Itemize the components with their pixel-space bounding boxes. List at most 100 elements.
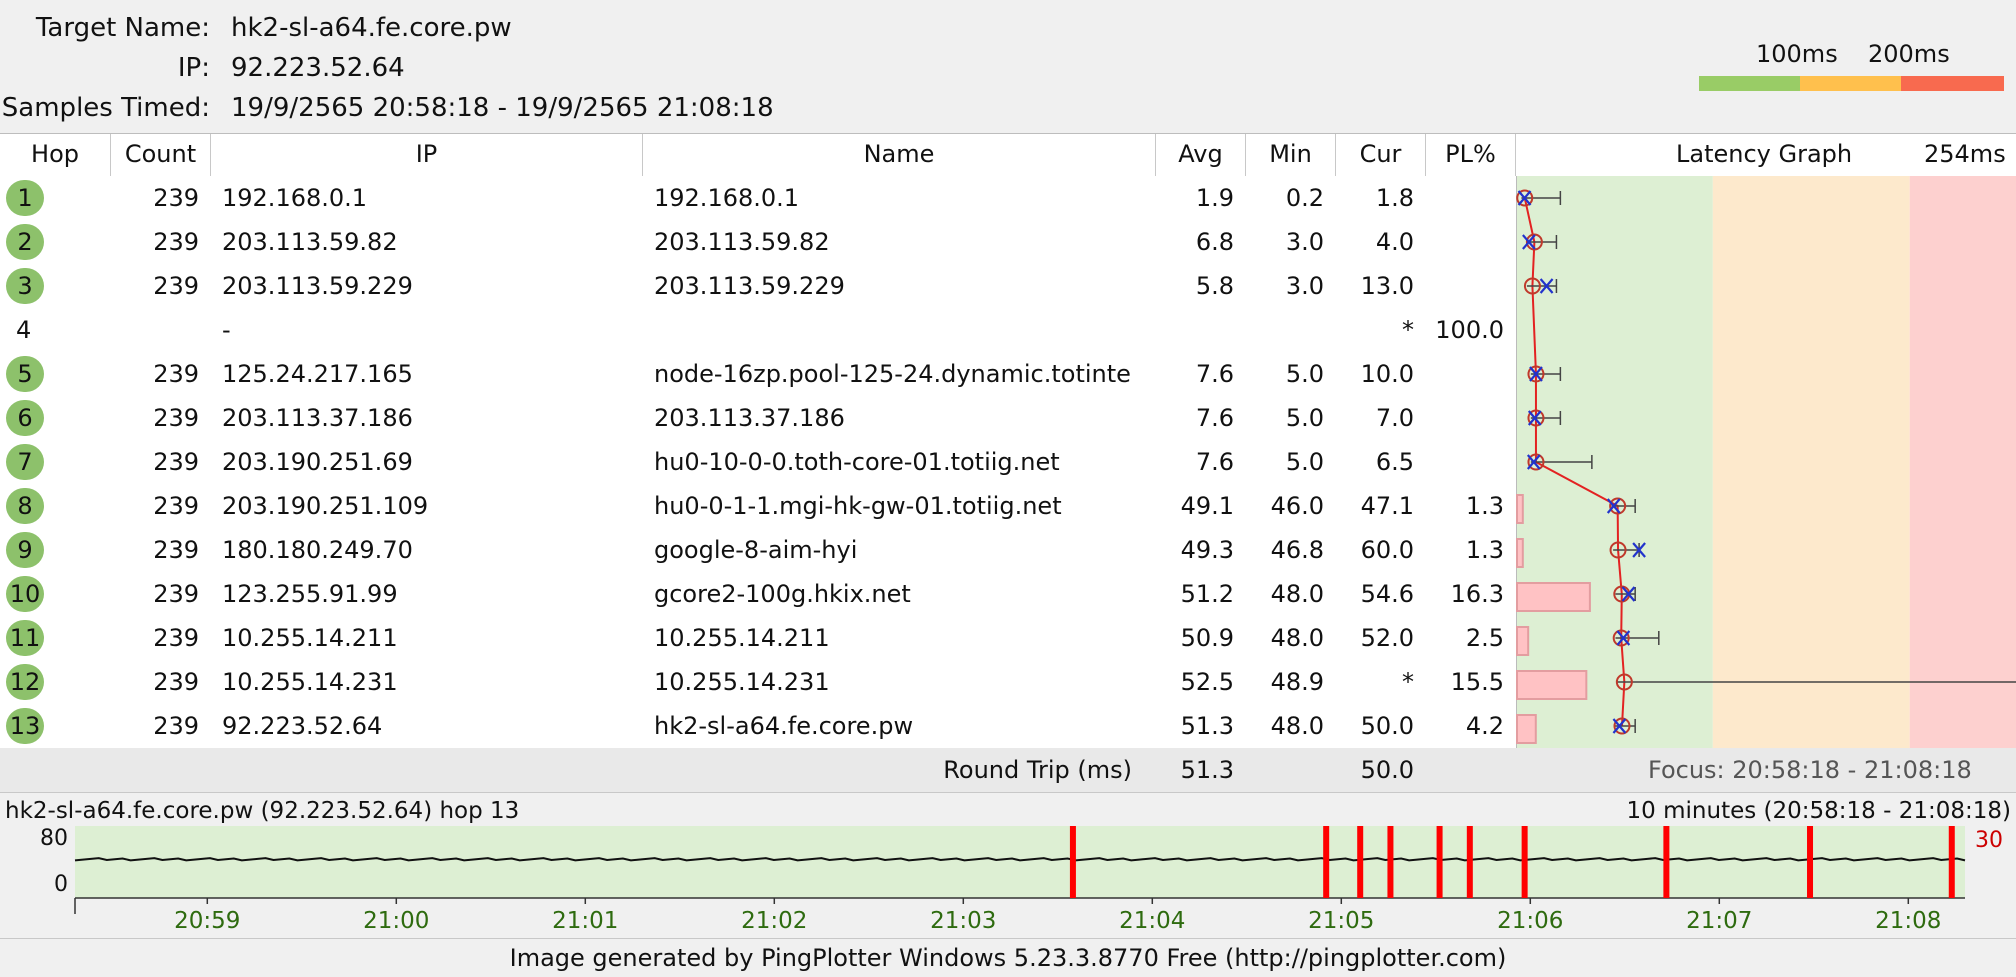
timeline-tick-label: 21:08 [1875, 908, 1941, 934]
table-header: Hop Count IP Name Avg Min Cur PL% Latenc… [0, 133, 2016, 177]
packet-loss-marker [1521, 826, 1528, 898]
round-trip-cur: 50.0 [1360, 756, 1414, 784]
hop-avg: 50.9 [1180, 624, 1234, 652]
hop-number: 8 [6, 488, 44, 524]
ip-value: 92.223.52.64 [231, 53, 405, 83]
packet-loss-marker [1436, 826, 1443, 898]
hop-number: 5 [6, 356, 44, 392]
hop-name: 203.113.59.82 [654, 228, 830, 256]
col-avg-header[interactable]: Avg [1156, 134, 1245, 176]
hop-name: 203.113.37.186 [654, 404, 845, 432]
hop-row[interactable]: 3 239 203.113.59.229 203.113.59.229 5.8 3.0 13… [0, 264, 1516, 309]
timeline-plot-area [75, 826, 1965, 898]
packet-loss-bar [1516, 626, 1530, 656]
hop-cur: 7.0 [1375, 404, 1414, 432]
hop-ip: 123.255.91.99 [222, 580, 398, 608]
hop-min: 46.8 [1270, 536, 1324, 564]
hop-avg: 52.5 [1180, 668, 1234, 696]
hop-row[interactable]: 6 239 203.113.37.186 203.113.37.186 7.6 5.0 7.… [0, 396, 1516, 441]
graph-max-label: 254ms [1924, 140, 2006, 168]
graph-zone-bad [1909, 176, 2016, 748]
hop-min: 5.0 [1285, 448, 1324, 476]
hop-count: 239 [153, 360, 199, 388]
hop-number: 11 [6, 620, 44, 656]
focus-range[interactable]: Focus: 20:58:18 - 21:08:18 [1648, 748, 2008, 792]
hop-avg: 7.6 [1195, 448, 1234, 476]
col-latency-graph-header: Latency Graph [1676, 140, 1853, 168]
timeline-tick-label: 21:05 [1308, 908, 1374, 934]
hop-ip: 180.180.249.70 [222, 536, 413, 564]
hop-pl: 2.5 [1465, 624, 1504, 652]
hop-cur: 1.8 [1375, 184, 1414, 212]
hop-count: 239 [153, 272, 199, 300]
packet-loss-bar [1516, 582, 1591, 612]
col-name-header[interactable]: Name [643, 134, 1155, 176]
hop-avg: 1.9 [1195, 184, 1234, 212]
hop-ip: 203.113.59.229 [222, 272, 413, 300]
hop-row[interactable]: 5 239 125.24.217.165 node-16zp.pool-125-24.… [0, 352, 1516, 397]
col-cur-header[interactable]: Cur [1336, 134, 1425, 176]
col-ip-header[interactable]: IP [211, 134, 642, 176]
hop-name: hk2-sl-a64.fe.core.pw [654, 712, 914, 740]
hop-row[interactable]: 9 239 180.180.249.70 google-8-aim-hyi 49.3 46… [0, 528, 1516, 573]
hop-cur: * [1402, 316, 1414, 344]
hop-min: 5.0 [1285, 404, 1324, 432]
hop-min: 48.0 [1270, 624, 1324, 652]
hop-number: 4 [16, 316, 32, 344]
col-hop-header[interactable]: Hop [0, 134, 110, 176]
hop-cur: 52.0 [1360, 624, 1414, 652]
hop-pl: 4.2 [1465, 712, 1504, 740]
credit-text: Image generated by PingPlotter Windows 5… [0, 938, 2016, 977]
hop-row[interactable]: 1 239 192.168.0.1 192.168.0.1 1.9 0.2 1.8 [0, 176, 1516, 221]
hop-ip: 203.113.37.186 [222, 404, 413, 432]
ip-label: IP: [177, 53, 210, 83]
packet-loss-bar [1516, 714, 1537, 744]
hop-count: 239 [153, 448, 199, 476]
hop-count: 239 [153, 228, 199, 256]
hop-avg: 7.6 [1195, 404, 1234, 432]
hop-cur: 6.5 [1375, 448, 1414, 476]
hop-row[interactable]: 4 - * 100.0 [0, 308, 1516, 353]
legend-bad-segment [1901, 76, 2004, 91]
hop-avg: 49.3 [1180, 536, 1234, 564]
hop-count: 239 [153, 492, 199, 520]
col-count-header[interactable]: Count [111, 134, 210, 176]
hop-row[interactable]: 13 239 92.223.52.64 hk2-sl-a64.fe.core.pw 51… [0, 704, 1516, 749]
hop-count: 239 [153, 712, 199, 740]
legend-200ms-label: 200ms [1868, 40, 1950, 68]
hop-row[interactable]: 8 239 203.190.251.109 hu0-0-1-1.mgi-hk-gw-0… [0, 484, 1516, 529]
hop-avg: 6.8 [1195, 228, 1234, 256]
hop-ip: 92.223.52.64 [222, 712, 383, 740]
hop-avg: 51.3 [1180, 712, 1234, 740]
packet-loss-marker [1357, 826, 1364, 898]
hop-name: 10.255.14.231 [654, 668, 830, 696]
hop-name: gcore2-100g.hkix.net [654, 580, 911, 608]
hop-pl: 15.5 [1450, 668, 1504, 696]
timeline-chart[interactable]: 20:59 21:00 21:01 21:02 21:03 21:04 21:05 21:06… [0, 794, 2016, 934]
hop-cur: 4.0 [1375, 228, 1414, 256]
col-min-header[interactable]: Min [1246, 134, 1335, 176]
hop-name: 192.168.0.1 [654, 184, 800, 212]
round-trip-label: Round Trip (ms) [943, 756, 1132, 784]
col-pl-header[interactable]: PL% [1426, 134, 1515, 176]
round-trip-row: Round Trip (ms) 51.3 50.0 Focus: 20:58:1… [0, 748, 2016, 793]
timeline-tick-label: 21:01 [552, 908, 618, 934]
hop-avg: 7.6 [1195, 360, 1234, 388]
packet-loss-marker [1807, 826, 1814, 898]
hop-ip: 10.255.14.231 [222, 668, 398, 696]
hop-min: 5.0 [1285, 360, 1324, 388]
hop-cur: 10.0 [1360, 360, 1414, 388]
hop-row[interactable]: 2 239 203.113.59.82 203.113.59.82 6.8 3.0 4.0 [0, 220, 1516, 265]
hop-ip: 192.168.0.1 [222, 184, 368, 212]
hop-row[interactable]: 12 239 10.255.14.231 10.255.14.231 52.5 48.9 *… [0, 660, 1516, 705]
hop-pl: 1.3 [1465, 536, 1504, 564]
latency-graph [1516, 176, 2016, 748]
samples-label: Samples Timed: [1, 93, 210, 123]
hop-pl: 100.0 [1435, 316, 1504, 344]
hop-cur: 54.6 [1360, 580, 1414, 608]
hop-row[interactable]: 7 239 203.190.251.69 hu0-10-0-0.toth-core-0… [0, 440, 1516, 485]
hop-ip: 203.190.251.109 [222, 492, 429, 520]
hop-row[interactable]: 10 239 123.255.91.99 gcore2-100g.hkix.net 51… [0, 572, 1516, 617]
hop-row[interactable]: 11 239 10.255.14.211 10.255.14.211 50.9 48.0 5… [0, 616, 1516, 661]
hop-pl: 16.3 [1450, 580, 1504, 608]
